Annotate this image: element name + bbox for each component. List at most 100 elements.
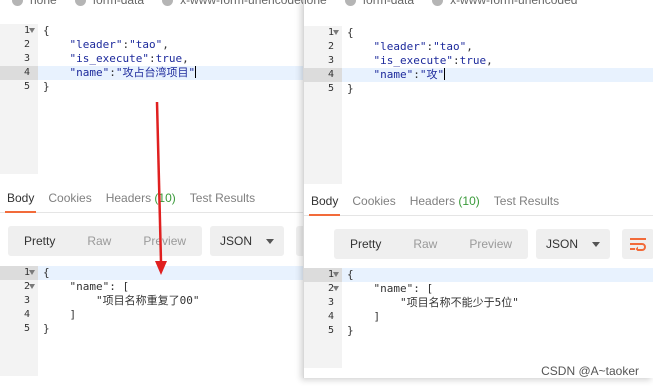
line-number-text: 5 xyxy=(327,325,334,336)
code-line: 5} xyxy=(0,80,303,94)
line-number: 3 xyxy=(0,294,38,308)
tab-test-results[interactable]: Test Results xyxy=(494,186,559,216)
tab-label: Cookies xyxy=(48,190,92,205)
tab-cookies[interactable]: Cookies xyxy=(352,186,395,216)
tab-label: Headers xyxy=(409,193,456,208)
wrap-lines-button[interactable] xyxy=(296,226,303,256)
fold-toggle-icon[interactable] xyxy=(29,28,35,33)
line-number: 2 xyxy=(0,280,38,294)
json-value: "攻占台湾项目" xyxy=(115,66,196,79)
fold-toggle-icon[interactable] xyxy=(29,270,35,275)
code-text: "name": [ xyxy=(347,282,433,296)
request-body-editor[interactable]: 1{2 "leader":"tao", 3 "is_execute":true, 4… xyxy=(0,24,303,174)
tab-label: Body xyxy=(311,193,339,208)
line-number: 5 xyxy=(304,82,342,96)
code-text: "项目名称重复了00" xyxy=(43,294,200,308)
radio-icon xyxy=(432,0,444,6)
view-raw-button[interactable]: Raw xyxy=(71,226,127,256)
left-request-panel: none form-data x-www-form-urlencoded 1{2… xyxy=(0,0,303,386)
body-type-radios: none form-data x-www-form-urlencoded xyxy=(12,0,303,7)
line-number-text: 2 xyxy=(327,41,334,52)
code-line: 2 "name": [ xyxy=(304,282,653,296)
radio-none[interactable]: none xyxy=(12,0,57,7)
code-line: 4 "name":"攻" xyxy=(304,68,653,82)
fold-toggle-icon[interactable] xyxy=(333,272,339,277)
code-text: { xyxy=(43,266,50,280)
response-tabs: Body Cookies Headers (10) Test Results xyxy=(304,186,653,216)
fold-toggle-icon[interactable] xyxy=(29,284,35,289)
json-key: "name" xyxy=(69,66,110,79)
request-body-editor[interactable]: 1{2 "leader":"tao", 3 "is_execute":true, 4… xyxy=(304,26,653,184)
view-preview-button[interactable]: Preview xyxy=(127,226,202,256)
tab-test-results[interactable]: Test Results xyxy=(190,183,255,213)
code-text: "is_execute":true, xyxy=(43,52,189,66)
radio-none[interactable]: none xyxy=(304,0,327,7)
json-punct: , xyxy=(486,54,493,67)
json-text: { xyxy=(347,26,354,39)
format-select[interactable]: JSON xyxy=(210,226,285,256)
code-text: } xyxy=(43,80,50,94)
json-text: { xyxy=(347,268,354,281)
json-text: "项目名称不能少于5位" xyxy=(347,296,519,309)
json-value: true xyxy=(459,54,487,67)
code-text: ] xyxy=(43,308,76,322)
radio-form-data[interactable]: form-data xyxy=(344,0,414,7)
code-line: 5} xyxy=(0,322,303,336)
code-text: { xyxy=(347,26,354,40)
json-key: "leader" xyxy=(69,38,123,51)
json-value: "tao" xyxy=(433,40,467,53)
tab-body[interactable]: Body xyxy=(308,186,341,216)
radio-form-data[interactable]: form-data xyxy=(74,0,144,7)
tab-headers[interactable]: Headers (10) xyxy=(106,183,176,213)
line-number: 4 xyxy=(0,66,38,80)
code-line: 3 "项目名称不能少于5位" xyxy=(304,296,653,310)
wrap-lines-button[interactable] xyxy=(622,229,653,259)
json-key: "is_execute" xyxy=(69,52,149,65)
code-line: 2 "name": [ xyxy=(0,280,303,294)
json-value: true xyxy=(155,52,183,65)
fold-toggle-icon[interactable] xyxy=(333,286,339,291)
code-line: 3 "项目名称重复了00" xyxy=(0,294,303,308)
line-number-text: 2 xyxy=(23,39,30,50)
json-key: "name" xyxy=(373,68,414,81)
response-tabs: Body Cookies Headers (10) Test Results xyxy=(0,183,303,213)
line-number-text: 4 xyxy=(23,309,30,320)
radio-urlencoded[interactable]: x-www-form-urlencoded xyxy=(432,0,577,7)
code-text: "name":"攻" xyxy=(347,68,446,82)
radio-urlencoded[interactable]: x-www-form-urlencoded xyxy=(162,0,303,7)
code-text: { xyxy=(347,268,354,282)
format-select[interactable]: JSON xyxy=(536,229,611,259)
tab-body[interactable]: Body xyxy=(4,183,37,213)
view-pretty-button[interactable]: Pretty xyxy=(334,229,397,259)
json-value: "tao" xyxy=(129,38,163,51)
wrap-lines-icon xyxy=(630,238,647,251)
code-line: 4 "name":"攻占台湾项目" xyxy=(0,66,303,80)
line-number: 4 xyxy=(304,68,342,82)
json-text: ] xyxy=(43,308,77,321)
tab-count-badge: (10) xyxy=(458,193,480,208)
json-text: } xyxy=(347,82,354,95)
view-raw-button[interactable]: Raw xyxy=(397,229,453,259)
line-number: 4 xyxy=(0,308,38,322)
chevron-down-icon xyxy=(266,238,275,244)
code-line: 5} xyxy=(304,324,653,338)
tab-headers[interactable]: Headers (10) xyxy=(410,186,480,216)
code-line: 1{ xyxy=(0,24,303,38)
tab-label: Cookies xyxy=(352,193,396,208)
json-punct: , xyxy=(182,52,189,65)
view-pretty-button[interactable]: Pretty xyxy=(8,226,71,256)
line-number-text: 5 xyxy=(23,323,30,334)
code-text: "name": [ xyxy=(43,280,129,294)
view-preview-button[interactable]: Preview xyxy=(453,229,528,259)
tab-label: Test Results xyxy=(189,190,256,205)
tab-label: Headers xyxy=(105,190,152,205)
code-line: 1{ xyxy=(0,266,303,280)
json-text: } xyxy=(43,80,50,93)
json-colon: : xyxy=(148,52,156,65)
line-number: 3 xyxy=(304,296,342,310)
tab-cookies[interactable]: Cookies xyxy=(48,183,91,213)
line-number-text: 4 xyxy=(327,311,334,322)
line-number-text: 5 xyxy=(327,83,334,94)
code-text: "项目名称不能少于5位" xyxy=(347,296,519,310)
fold-toggle-icon[interactable] xyxy=(333,30,339,35)
